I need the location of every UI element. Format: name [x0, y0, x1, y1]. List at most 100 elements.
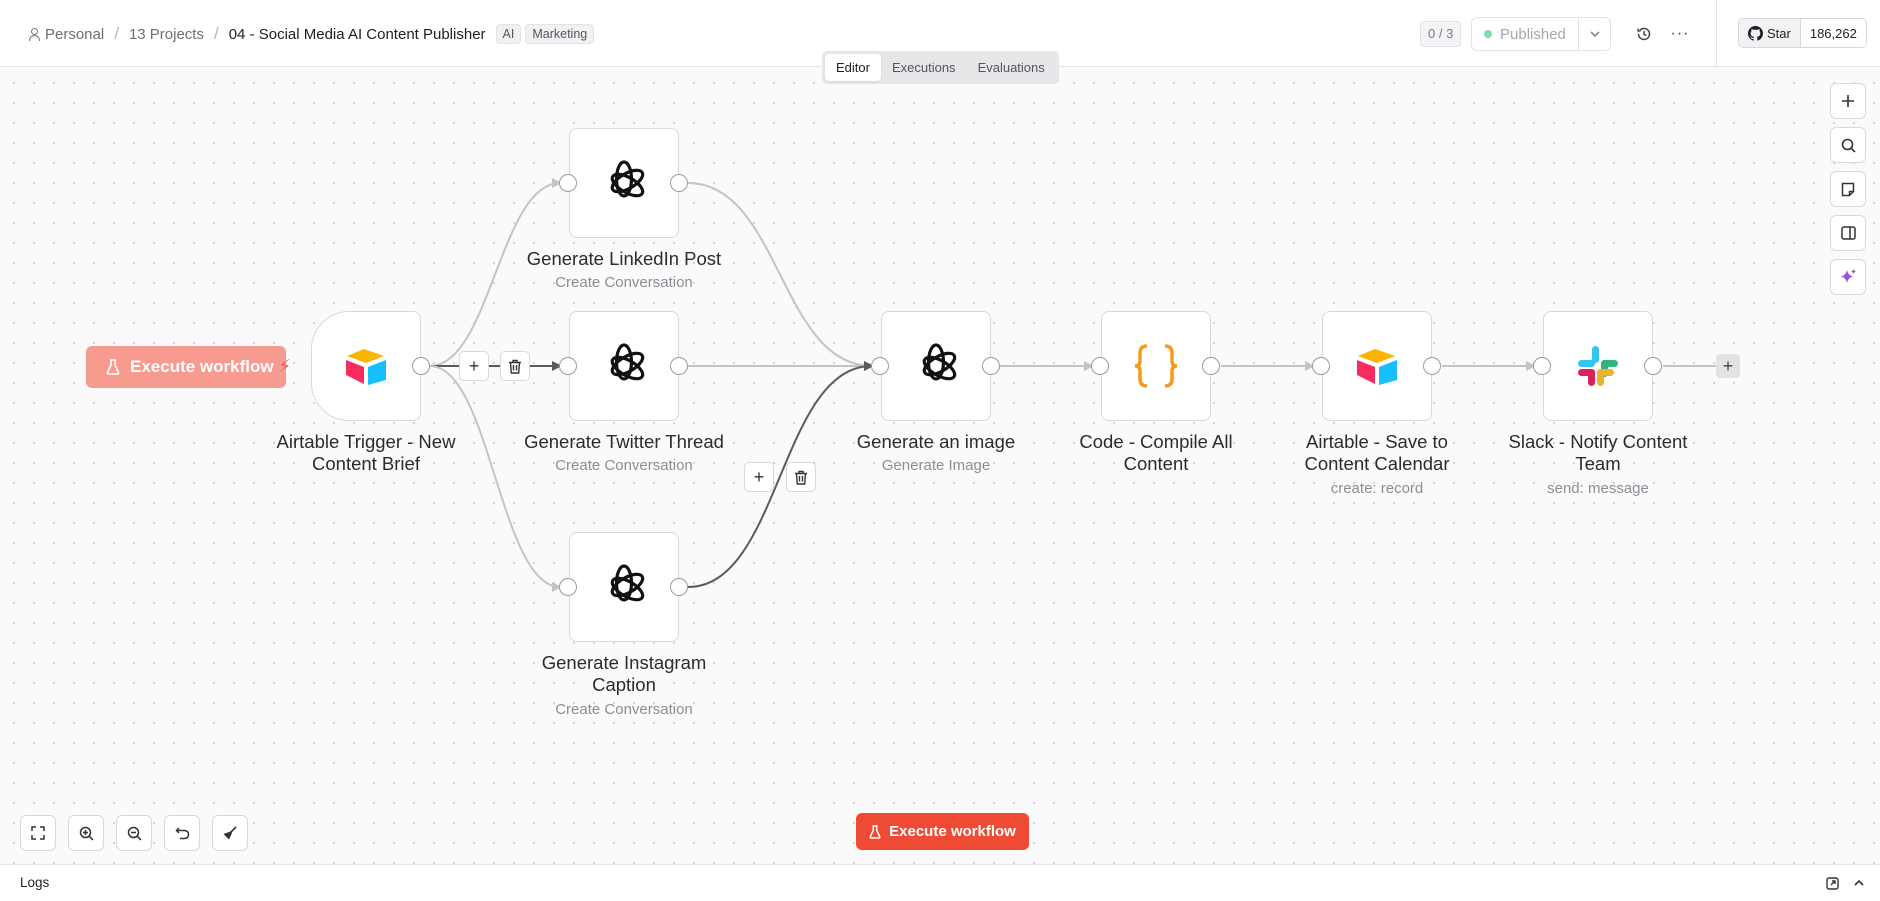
execute-trigger-label: Execute workflow: [130, 357, 274, 376]
add-node-button[interactable]: [1830, 83, 1866, 119]
node-subtitle-image: Generate Image: [881, 457, 991, 474]
output-handle[interactable]: [670, 174, 688, 192]
expand-logs-button[interactable]: [1851, 875, 1867, 891]
node-title-airtable-trigger: Airtable Trigger - New Content Brief: [276, 431, 456, 474]
node-title-instagram: Generate Instagram Caption: [541, 652, 707, 695]
ai-assistant-button[interactable]: [1830, 259, 1866, 295]
input-handle[interactable]: [559, 357, 577, 375]
node-generate-twitter-thread[interactable]: [569, 311, 679, 421]
add-next-node-button[interactable]: +: [1716, 354, 1740, 378]
trash-icon: [795, 470, 807, 485]
github-star-button[interactable]: Star: [1739, 19, 1801, 47]
node-airtable-save[interactable]: [1322, 311, 1432, 421]
input-handle[interactable]: [1091, 357, 1109, 375]
add-node-on-connection-button[interactable]: +: [459, 351, 489, 381]
person-icon: [28, 28, 40, 41]
workflow-name[interactable]: 04 - Social Media AI Content Publisher: [229, 26, 486, 43]
tab-editor[interactable]: Editor: [825, 54, 881, 81]
node-subtitle-airtable-save: create: record: [1330, 480, 1424, 497]
node-subtitle-twitter: Create Conversation: [555, 457, 693, 474]
github-star-count: 186,262: [1800, 19, 1866, 47]
add-node-on-connection-button[interactable]: +: [744, 462, 774, 492]
search-nodes-button[interactable]: [1830, 127, 1866, 163]
node-title-linkedin: Generate LinkedIn Post: [526, 248, 722, 269]
tab-evaluations[interactable]: Evaluations: [967, 54, 1056, 81]
toggle-panel-button[interactable]: [1830, 215, 1866, 251]
breadcrumb-personal[interactable]: Personal: [45, 26, 104, 43]
add-sticky-note-button[interactable]: [1830, 171, 1866, 207]
plus-icon: +: [468, 355, 480, 376]
github-star-widget[interactable]: Star 186,262: [1738, 18, 1867, 48]
node-title-airtable-save: Airtable - Save to Content Calendar: [1304, 431, 1450, 474]
breadcrumb-projects[interactable]: 13 Projects: [129, 26, 204, 43]
pop-out-icon: [1825, 876, 1839, 890]
output-handle[interactable]: [670, 357, 688, 375]
input-handle[interactable]: [871, 357, 889, 375]
node-title-slack: Slack - Notify Content Team: [1508, 431, 1688, 474]
undo-button[interactable]: [164, 815, 200, 851]
panel-icon: [1840, 226, 1856, 240]
header-divider: [1716, 0, 1717, 67]
flask-icon: [869, 824, 881, 839]
published-button[interactable]: Published: [1472, 18, 1578, 50]
airtable-icon: [1357, 349, 1397, 385]
zoom-in-icon: [79, 826, 94, 841]
execute-trigger-button[interactable]: Execute workflow ⚡: [86, 346, 291, 388]
airtable-icon: [346, 349, 386, 385]
fit-view-icon: [31, 826, 45, 840]
trash-icon: [509, 359, 521, 374]
output-handle[interactable]: [670, 578, 688, 596]
node-code-compile[interactable]: [1101, 311, 1211, 421]
input-handle[interactable]: [559, 174, 577, 192]
node-title-twitter: Generate Twitter Thread: [524, 431, 724, 452]
slack-icon: [1578, 346, 1618, 386]
pop-out-logs-button[interactable]: [1824, 875, 1840, 891]
tab-executions[interactable]: Executions: [881, 54, 967, 81]
execute-workflow-label: Execute workflow: [889, 823, 1016, 840]
input-handle[interactable]: [1533, 357, 1551, 375]
chevron-up-icon: [1854, 879, 1864, 886]
breadcrumb-separator: /: [213, 24, 219, 43]
tidy-up-button[interactable]: [212, 815, 248, 851]
flask-icon: [106, 359, 120, 375]
delete-connection-button[interactable]: [500, 351, 530, 381]
node-generate-linkedin-post[interactable]: [569, 128, 679, 238]
delete-connection-button[interactable]: [786, 462, 816, 492]
node-generate-instagram-caption[interactable]: [569, 532, 679, 642]
node-slack-notify[interactable]: [1543, 311, 1653, 421]
history-button[interactable]: [1632, 22, 1656, 46]
published-status-dot: [1484, 30, 1492, 38]
openai-icon: [610, 160, 645, 198]
output-handle[interactable]: [412, 357, 430, 375]
node-airtable-trigger[interactable]: [311, 311, 421, 421]
node-title-image: Generate an image: [856, 431, 1016, 452]
github-star-label: Star: [1767, 25, 1791, 41]
broom-icon: [223, 826, 237, 840]
output-handle[interactable]: [1644, 357, 1662, 375]
zoom-out-button[interactable]: [116, 815, 152, 851]
fit-view-button[interactable]: [20, 815, 56, 851]
breadcrumb: Personal / 13 Projects / 04 - Social Med…: [28, 24, 595, 44]
input-handle[interactable]: [559, 578, 577, 596]
node-subtitle-instagram: Create Conversation: [555, 701, 693, 718]
node-generate-image[interactable]: [881, 311, 991, 421]
node-subtitle-slack: send: message: [1547, 480, 1649, 497]
node-subtitle-linkedin: Create Conversation: [555, 274, 693, 291]
history-icon: [1637, 27, 1651, 41]
search-icon: [1841, 138, 1856, 153]
zoom-in-button[interactable]: [68, 815, 104, 851]
more-options-button[interactable]: ···: [1668, 22, 1692, 46]
github-icon: [1748, 25, 1763, 41]
output-handle[interactable]: [982, 357, 1000, 375]
tag-ai[interactable]: AI: [495, 24, 522, 44]
output-handle[interactable]: [1423, 357, 1441, 375]
input-handle[interactable]: [1312, 357, 1330, 375]
publish-dropdown-button[interactable]: [1578, 18, 1610, 50]
execute-workflow-button[interactable]: Execute workflow: [856, 813, 1029, 850]
publish-control: Published: [1471, 17, 1611, 51]
tag-marketing[interactable]: Marketing: [525, 24, 595, 44]
ellipsis-icon: ···: [1670, 25, 1690, 42]
plus-icon: +: [753, 466, 765, 487]
logs-panel-bar[interactable]: Logs: [0, 864, 1880, 901]
output-handle[interactable]: [1202, 357, 1220, 375]
